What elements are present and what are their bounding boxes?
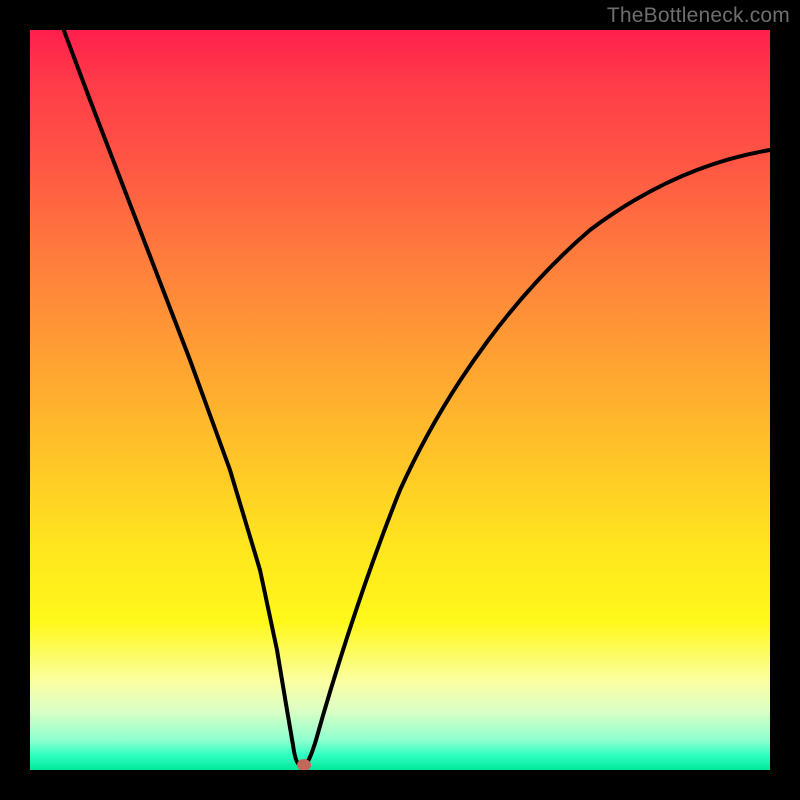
optimum-marker	[297, 759, 311, 770]
plot-area	[30, 30, 770, 770]
gradient-background	[30, 30, 770, 770]
watermark-text: TheBottleneck.com	[607, 4, 790, 28]
